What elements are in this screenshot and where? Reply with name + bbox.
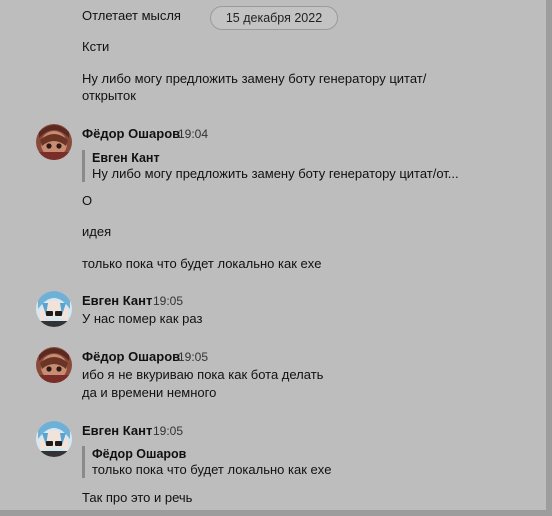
quote-text: только пока что будет локально как exe [92,462,332,477]
message-text: идея [82,224,112,239]
message-author[interactable]: Фёдор Ошаров [82,126,180,142]
message-timestamp: 19:05 [153,294,184,308]
user-avatar[interactable] [36,421,72,457]
message-timestamp: 19:04 [178,127,209,141]
window-edge [546,0,552,516]
user-avatar[interactable] [36,347,72,383]
message-text: только пока что будет локально как exe [82,256,322,271]
chat-message-list[interactable]: Отлетает мысля 15 декабря 2022 Ксти Ну л… [0,0,546,510]
message-text: открыток [82,88,136,103]
message-text: У нас помер как раз [82,311,203,326]
quote-text: Ну либо могу предложить замену боту гене… [92,166,459,181]
user-avatar[interactable] [36,124,72,160]
message-text: да и времени немного [82,385,217,400]
message-timestamp: 19:05 [153,424,184,438]
date-divider: 15 декабря 2022 [210,6,338,30]
message-text: Отлетает мысля [82,8,181,23]
message-text: ибо я не вкуриваю пока как бота делать [82,367,324,382]
quote-author: Евген Кант [92,151,160,165]
reply-quote[interactable]: Фёдор Ошаров только пока что будет локал… [82,446,485,478]
quote-author: Фёдор Ошаров [92,447,187,461]
message-author[interactable]: Фёдор Ошаров [82,349,180,365]
message-timestamp: 19:05 [178,350,209,364]
message-text: Ксти [82,39,110,54]
message-author[interactable]: Евген Кант [82,423,152,439]
reply-quote[interactable]: Евген Кант Ну либо могу предложить замен… [82,150,485,182]
window-edge [0,510,552,516]
message-text: О [82,193,93,208]
message-text: Ну либо могу предложить замену боту гене… [82,71,427,86]
user-avatar[interactable] [36,291,72,327]
message-author[interactable]: Евген Кант [82,293,152,309]
message-text: Так про это и речь [82,490,193,505]
